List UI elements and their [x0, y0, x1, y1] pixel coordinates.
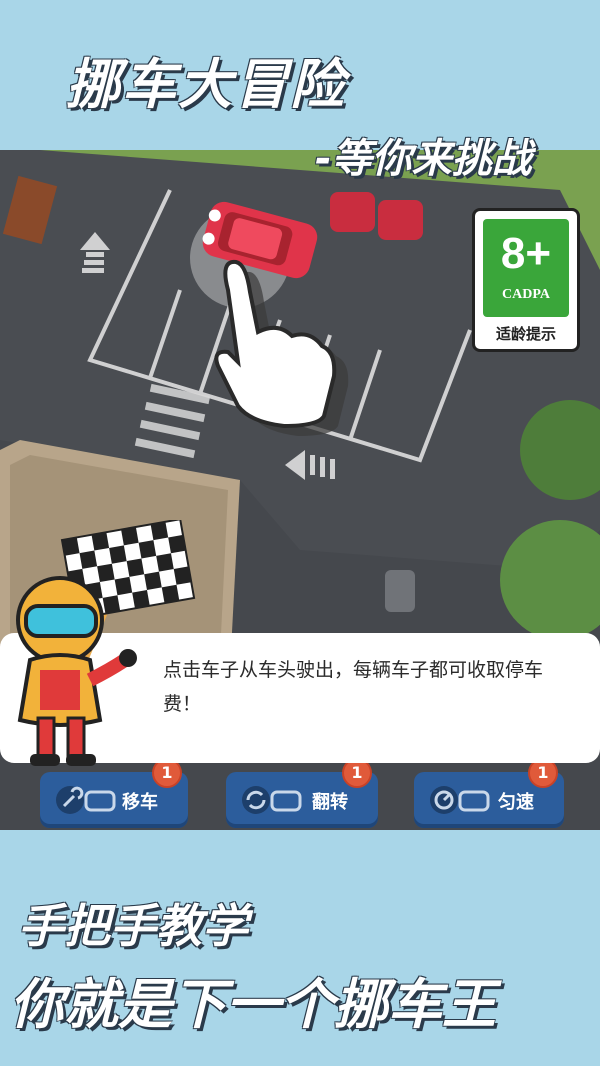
- age-rating-box: 8+ CADPA: [483, 219, 569, 317]
- footer-line-2: 你就是下一个挪车王: [10, 973, 496, 1036]
- speedometer-car-icon: [430, 786, 490, 814]
- footer-line-1: 手把手教学: [18, 899, 248, 953]
- flip-car-button[interactable]: 翻转 1: [226, 758, 378, 828]
- rotate-car-icon: [242, 786, 302, 814]
- tutorial-message: 点击车子从车头驶出，每辆车子都可收取停车费！: [163, 659, 544, 715]
- age-rating-badge: 8+ CADPA 适龄提示: [472, 208, 580, 352]
- game-subtitle: -等你来挑战: [315, 136, 532, 182]
- constant-speed-label: 匀速: [498, 792, 534, 813]
- age-rating-organization: CADPA: [502, 287, 550, 302]
- age-rating-hint: 适龄提示: [495, 325, 556, 343]
- game-title: 挪车大冒险: [66, 53, 346, 116]
- move-car-button[interactable]: 移车 1: [40, 758, 188, 828]
- constant-speed-button[interactable]: 匀速 1: [414, 758, 564, 828]
- age-rating-number: 8+: [500, 229, 552, 278]
- move-car-label: 移车: [122, 792, 158, 813]
- wrench-car-icon: [56, 786, 116, 814]
- racer-mascot: [16, 520, 196, 766]
- flip-car-label: 翻转: [312, 792, 348, 813]
